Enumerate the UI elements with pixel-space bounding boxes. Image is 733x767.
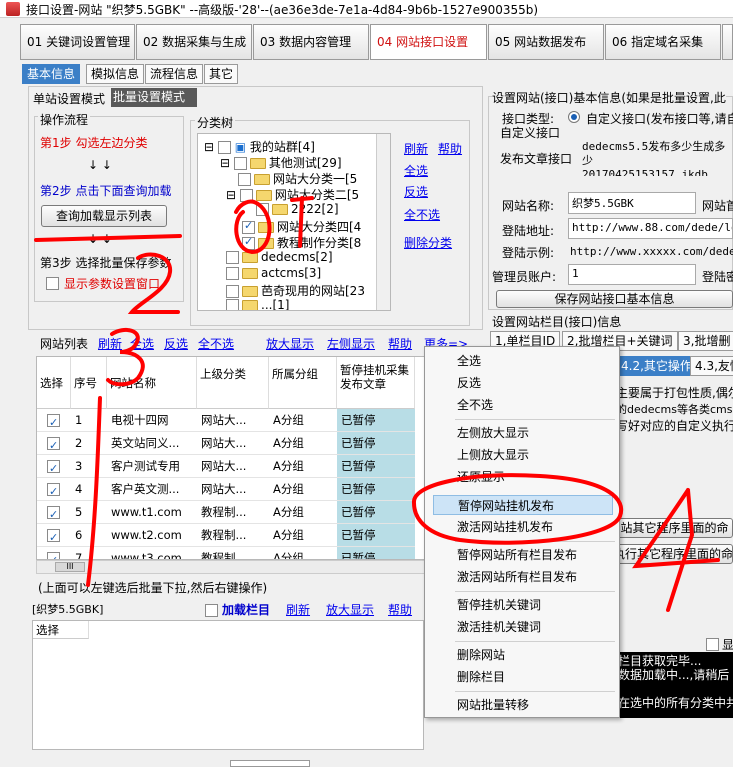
annotation-mark-1: [234, 199, 272, 255]
annotation-mark-oval: [412, 473, 624, 545]
annotation-mark-2: [34, 234, 182, 242]
status-strip: [230, 760, 310, 767]
annotation-mark-4: [632, 488, 720, 612]
annotation-mark-3: [106, 327, 145, 387]
annotation-mark-1: [86, 396, 102, 587]
red-annotations: [34, 196, 720, 612]
annotation-mark-2: [127, 252, 180, 314]
annotation-mark-1: [290, 196, 314, 248]
